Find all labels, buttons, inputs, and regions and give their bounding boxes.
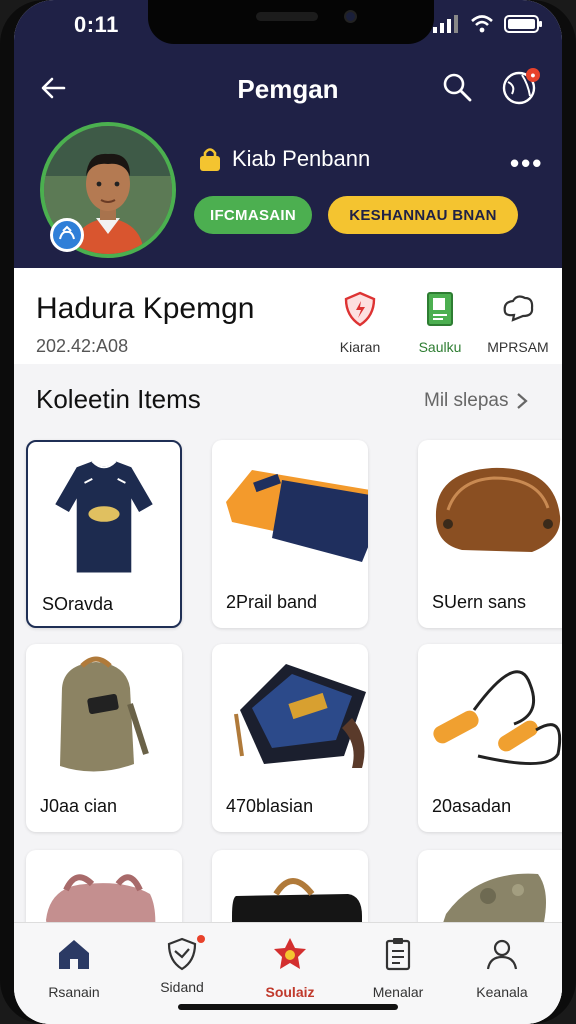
item-label: 20asadan [432,796,512,816]
status-icons [432,14,544,34]
header: 0:11 Pemgan ● Kiab Penbann ••• IFCMASAIN… [14,0,562,268]
tab-star[interactable]: Soulaiz [236,935,344,1000]
battery-icon [504,15,542,33]
status-time: 0:11 [74,12,119,37]
screen: 0:11 Pemgan ● Kiab Penbann ••• IFCMASAIN… [14,0,562,1024]
document-icon [427,292,453,326]
top-bar: Pemgan ● [14,64,562,116]
jump-rope-icon [433,670,562,765]
player-status: Kiab Penbann [198,146,370,172]
tab-badge [197,935,205,943]
tab-label: Rsanain [48,984,100,1000]
tab-profile[interactable]: Keanala [448,935,556,1000]
section-title: Koleetin Items [36,384,201,414]
page-title: Pemgan [237,74,339,104]
stat-label: Kiaran [339,339,381,355]
wifi-icon [471,15,493,33]
status-pill-green[interactable]: IFCMASAIN [194,196,312,234]
profile-card: Hadura Kpemgn 202.42:A08 Kiaran Saulku M… [14,268,562,364]
more-options-icon[interactable]: ••• [510,148,543,179]
stat-mprsam[interactable]: MPRSAM [482,290,554,355]
item-card[interactable]: J0aa cian [26,644,182,832]
player-status-label: Kiab Penbann [232,146,371,171]
stat-label: Saulku [418,339,462,355]
item-card[interactable]: 2Prail band [212,440,368,628]
item-label: 470blasian [226,796,314,816]
home-indicator[interactable] [178,1004,398,1010]
see-more-link[interactable]: Mil slepas [424,390,529,412]
shield-icon [344,291,376,327]
item-label: SOravda [42,594,114,614]
notification-badge: ● [526,68,540,82]
item-label: SUern sans [432,592,527,612]
stat-kiaran[interactable]: Kiaran [324,290,396,355]
star-icon [274,938,306,969]
chevron-right-icon [517,393,529,409]
notifications-button[interactable]: ● [500,68,540,108]
item-card[interactable]: SUern sans [418,440,562,628]
item-card[interactable]: SOravda [26,440,182,628]
item-card[interactable]: 20asadan [418,644,562,832]
tab-label: Sidand [160,979,204,995]
phone-frame: 0:11 Pemgan ● Kiab Penbann ••• IFCMASAIN… [0,0,576,1024]
backpack-icon [60,656,149,772]
stat-label: MPRSAM [487,339,549,355]
profile-icon [486,939,518,970]
notch [148,0,434,44]
shield-icon [167,937,197,971]
item-label: J0aa cian [40,796,118,816]
map-icon [503,295,534,322]
tab-label: Menalar [372,984,424,1000]
signal-icon [433,15,458,33]
jersey-icon [55,460,153,573]
leather-bag-icon [435,467,561,552]
tab-label: Keanala [476,984,528,1000]
lock-icon [200,148,220,171]
item-label: 2Prail band [226,592,318,612]
tab-home[interactable]: Rsanain [20,935,128,1000]
status-pill-yellow[interactable]: KESHANNAU BNAN [328,196,518,234]
item-card[interactable]: 470blasian [212,644,368,832]
tab-label: Soulaiz [265,984,315,1000]
wristband-icon [226,470,368,562]
see-more-label: Mil slepas [424,390,509,411]
stat-saulku[interactable]: Saulku [404,290,476,355]
duffel-bag-icon [234,664,366,768]
tab-clipboard[interactable]: Menalar [344,935,452,1000]
home-icon [59,940,89,969]
verified-badge-icon [50,218,84,252]
clipboard-icon [385,938,411,971]
profile-name: Hadura Kpemgn [36,292,255,325]
profile-date: 202.42:A08 [36,336,129,356]
search-icon[interactable] [440,70,474,104]
tab-shield[interactable]: Sidand [128,935,236,995]
